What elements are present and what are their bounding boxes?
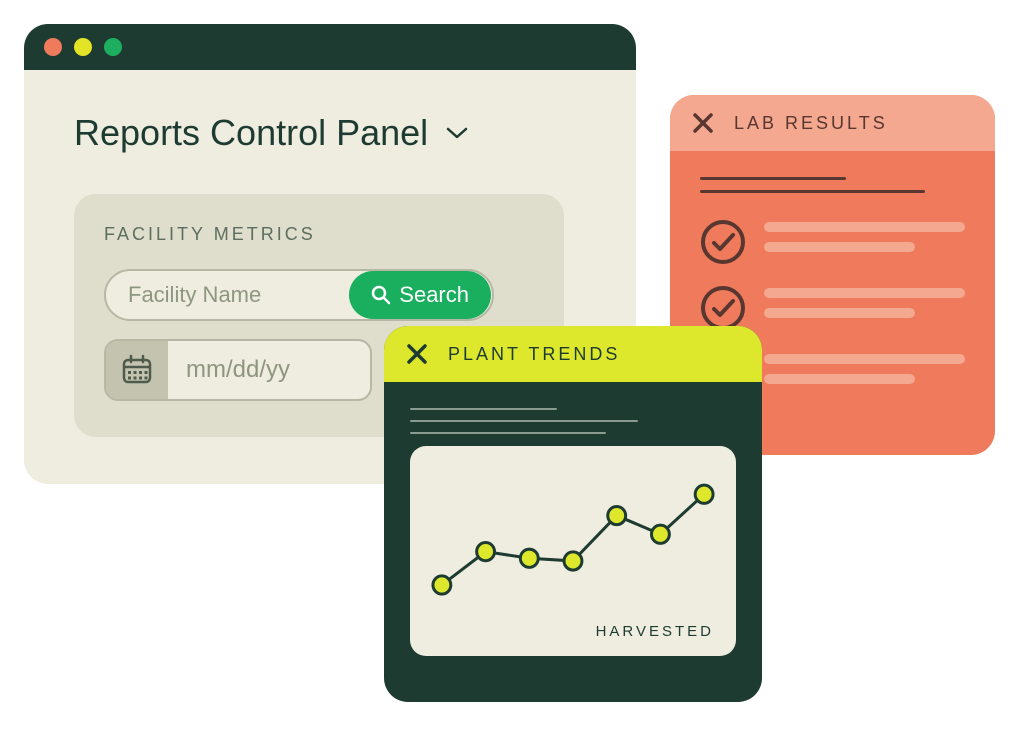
facility-search-placeholder: Facility Name — [128, 282, 349, 308]
page-title-dropdown[interactable]: Reports Control Panel — [74, 112, 586, 154]
check-circle-icon — [700, 219, 746, 265]
harvested-chart: HARVESTED — [410, 446, 736, 656]
minimize-window-button[interactable] — [74, 38, 92, 56]
placeholder-line — [410, 408, 557, 410]
line-chart — [424, 460, 722, 642]
placeholder-bars — [764, 354, 965, 394]
close-window-button[interactable] — [44, 38, 62, 56]
calendar-icon-box — [106, 339, 168, 401]
calendar-icon — [119, 352, 155, 388]
search-icon — [371, 285, 391, 305]
window-titlebar — [24, 24, 636, 70]
placeholder-bars — [764, 288, 965, 328]
plant-trends-body: HARVESTED — [384, 382, 762, 676]
plant-trends-header: PLANT TRENDS — [384, 326, 762, 382]
placeholder-line — [410, 432, 606, 434]
facility-search-field[interactable]: Facility Name Search — [104, 269, 494, 321]
plant-trends-title: PLANT TRENDS — [448, 344, 620, 365]
lab-results-header: LAB RESULTS — [670, 95, 995, 151]
placeholder-line — [410, 420, 638, 422]
lab-result-item — [700, 285, 965, 331]
facility-metrics-label: FACILITY METRICS — [104, 224, 534, 245]
chevron-down-icon — [446, 127, 468, 139]
maximize-window-button[interactable] — [104, 38, 122, 56]
placeholder-bars — [764, 222, 965, 262]
placeholder-line — [700, 190, 925, 193]
search-button[interactable]: Search — [349, 271, 491, 319]
date-placeholder: mm/dd/yy — [168, 356, 290, 384]
plant-trends-card: PLANT TRENDS HARVESTED — [384, 326, 762, 702]
date-input[interactable]: mm/dd/yy — [104, 339, 372, 401]
placeholder-line — [700, 177, 846, 180]
close-icon[interactable] — [406, 343, 428, 365]
lab-result-item — [700, 219, 965, 265]
page-title: Reports Control Panel — [74, 112, 428, 154]
chart-series-label: HARVESTED — [596, 623, 714, 640]
search-button-label: Search — [399, 282, 469, 308]
close-icon[interactable] — [692, 112, 714, 134]
lab-results-title: LAB RESULTS — [734, 113, 888, 134]
check-circle-icon — [700, 285, 746, 331]
